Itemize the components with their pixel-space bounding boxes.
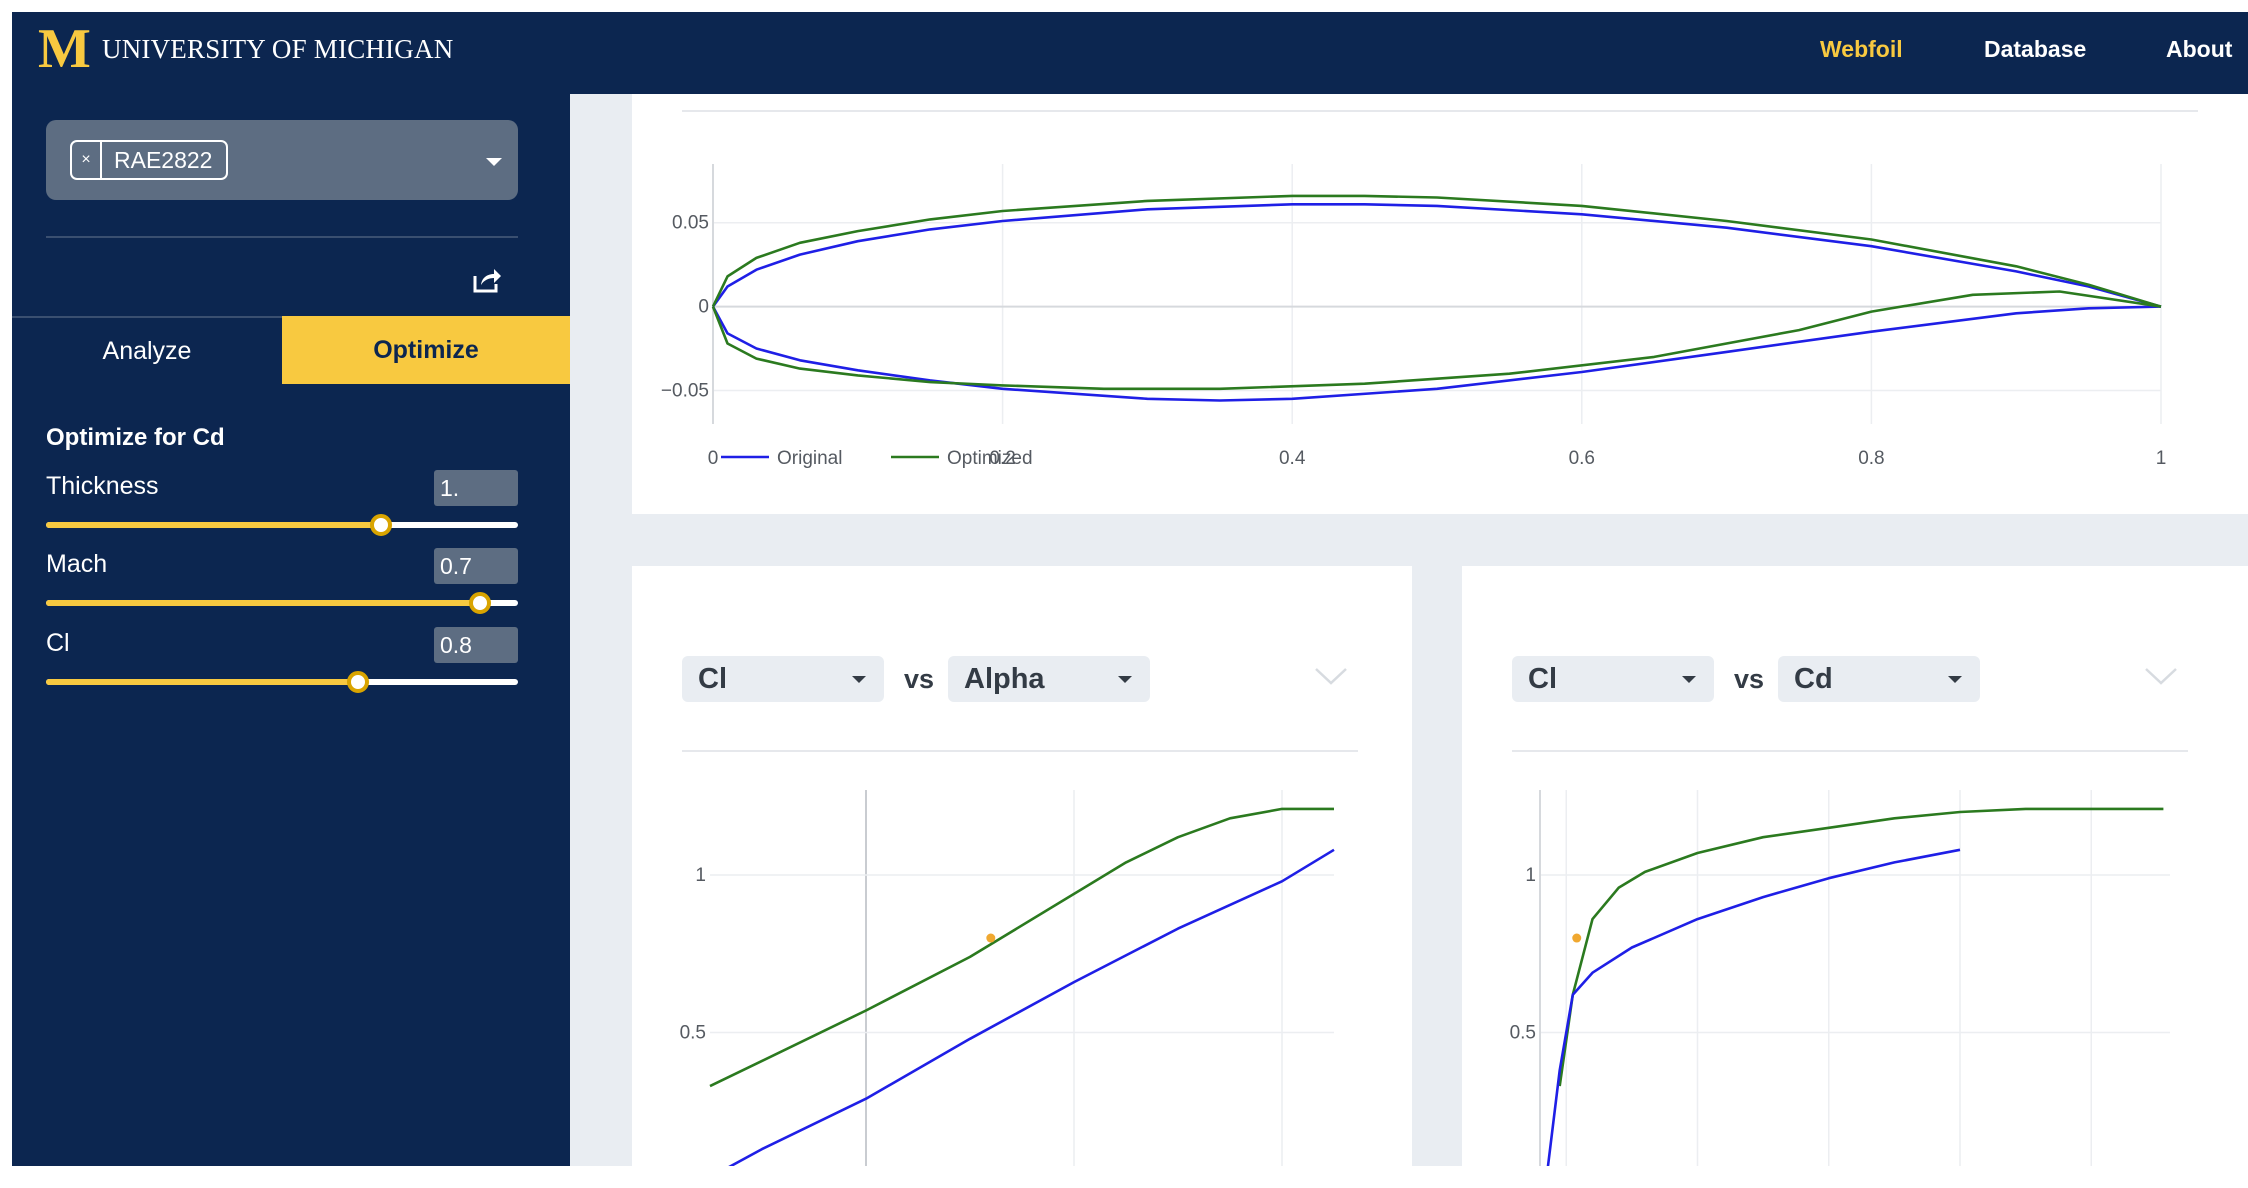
y-tick-label: 0.5 — [1510, 1023, 1536, 1044]
nav-webfoil[interactable]: Webfoil — [1820, 36, 1903, 63]
series-line-original-lower — [711, 305, 2162, 402]
series-line-optimized — [1558, 807, 2164, 1087]
mach-slider[interactable] — [46, 592, 518, 614]
optimize-title: Optimize for Cd — [46, 424, 225, 451]
thickness-input[interactable] — [434, 470, 518, 506]
x-tick-label: 0.6 — [1569, 448, 1595, 469]
legend-label: Optimized — [947, 448, 1033, 469]
main-content: 0 0.2 0.4 0.6 0.8 1 0.05 0 −0.05 Original Optimize… — [570, 94, 2248, 1166]
brand-name[interactable]: UNIVERSITY OF MICHIGAN — [102, 34, 453, 65]
share-icon[interactable] — [472, 266, 502, 294]
cl-vs-cd-chart[interactable]: 0.010.020.030.040.0500.51OptimizedOrigin… — [1462, 566, 2248, 1166]
airfoil-chart[interactable]: 0 0.2 0.4 0.6 0.8 10.050−0.05Original Optimize… — [632, 94, 2248, 514]
mach-input[interactable] — [434, 548, 518, 584]
y-tick-label: 0.05 — [672, 213, 709, 234]
divider — [46, 236, 518, 238]
legend-label: Original — [777, 448, 842, 469]
x-tick-label: 0.4 — [1279, 448, 1306, 469]
optimum-point — [1572, 933, 1582, 943]
series-line-optimized — [709, 807, 1334, 1088]
university-logo[interactable]: M — [38, 21, 96, 77]
y-tick-label: 1 — [1525, 865, 1536, 886]
x-tick-label: 0.8 — [1858, 448, 1884, 469]
top-navigation-bar: M UNIVERSITY OF MICHIGAN Webfoil Databas… — [12, 12, 2248, 94]
optimum-point — [986, 933, 996, 943]
slider-fill — [46, 522, 382, 528]
y-tick-label: 1 — [695, 865, 706, 886]
airfoil-select[interactable]: × RAE2822 — [46, 120, 518, 200]
y-tick-label: 0.5 — [680, 1023, 706, 1044]
mode-tabs: Analyze Optimize — [12, 316, 570, 384]
slider-fill — [46, 600, 481, 606]
nav-database[interactable]: Database — [1984, 36, 2086, 63]
cl-vs-cd-card: Cl vs Cd 0.010.020.030.040.0500.51Optimi… — [1462, 566, 2248, 1166]
nav-about[interactable]: About — [2166, 36, 2232, 63]
airfoil-chip: × RAE2822 — [70, 140, 229, 180]
tab-analyze[interactable]: Analyze — [12, 316, 282, 384]
chip-label: RAE2822 — [114, 146, 213, 173]
mach-label: Mach — [46, 550, 108, 578]
chip-remove-icon[interactable]: × — [72, 142, 102, 178]
y-tick-label: 0 — [698, 297, 709, 318]
slider-thumb[interactable] — [469, 592, 492, 614]
cl-slider[interactable] — [46, 671, 518, 693]
sidebar: × RAE2822 Analyze Optimize Optimize for … — [12, 94, 570, 1166]
x-tick-label: 1 — [2156, 448, 2167, 469]
app-frame: M UNIVERSITY OF MICHIGAN Webfoil Databas… — [12, 12, 2248, 1166]
series-line-optimized-upper — [711, 194, 2162, 308]
divider — [682, 110, 2198, 112]
cl-vs-alpha-card: Cl vs Alpha 02400.51OptimizedOriginalopt… — [632, 566, 1412, 1166]
slider-thumb[interactable] — [370, 514, 393, 536]
y-tick-label: −0.05 — [661, 380, 709, 401]
series-line-original — [1546, 848, 1961, 1166]
thickness-label: Thickness — [46, 472, 159, 500]
cl-label: Cl — [46, 629, 70, 657]
slider-fill — [46, 679, 358, 685]
chevron-down-icon[interactable] — [486, 158, 502, 166]
slider-thumb[interactable] — [346, 671, 369, 693]
tab-optimize[interactable]: Optimize — [282, 316, 570, 384]
cl-input[interactable] — [434, 627, 518, 663]
thickness-slider[interactable] — [46, 514, 518, 536]
series-line-original — [728, 848, 1335, 1166]
x-tick-label: 0 — [708, 448, 719, 469]
cl-vs-alpha-chart[interactable]: 02400.51OptimizedOriginaloptimum — [632, 566, 1412, 1166]
airfoil-geometry-card: 0 0.2 0.4 0.6 0.8 1 0.05 0 −0.05 Original Optimize… — [632, 94, 2248, 514]
